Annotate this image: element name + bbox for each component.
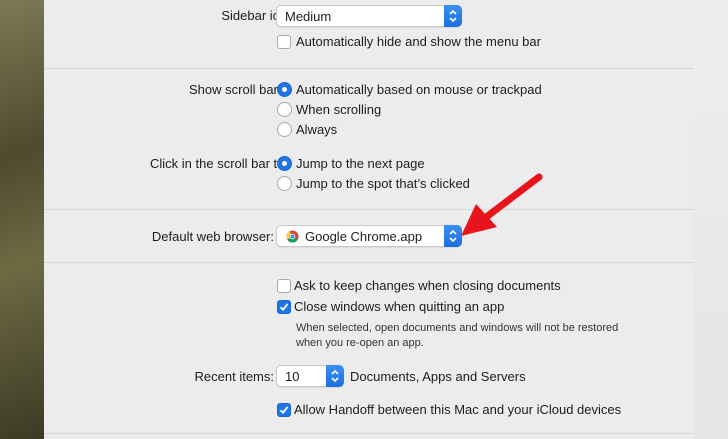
close-windows-hint-line2: when you re-open an app.: [296, 337, 424, 349]
radio-scroll-auto-label: Automatically based on mouse or trackpad: [296, 82, 542, 97]
radio-scroll-when-scrolling-label: When scrolling: [296, 102, 382, 117]
separator: [44, 209, 694, 210]
popup-stepper-icon: [326, 365, 344, 387]
close-windows-checkbox[interactable]: [277, 300, 291, 314]
handoff-checkbox[interactable]: [277, 403, 291, 417]
desktop-wallpaper-left: [0, 0, 44, 439]
close-windows-label: Close windows when quitting an app: [294, 299, 505, 314]
popup-stepper-icon: [444, 5, 462, 27]
general-preferences-window: Sidebar icon size: Medium Automatically …: [44, 0, 694, 439]
handoff-label: Allow Handoff between this Mac and your …: [294, 402, 622, 417]
default-browser-popup[interactable]: Google Chrome.app: [276, 225, 462, 247]
default-browser-value: Google Chrome.app: [305, 229, 423, 244]
recent-items-suffix: Documents, Apps and Servers: [350, 369, 526, 384]
default-browser-label: Default web browser:: [151, 229, 274, 244]
checkmark-icon: [279, 303, 289, 312]
scroll-click-label: Click in the scroll bar to:: [150, 156, 288, 171]
radio-scroll-when-scrolling[interactable]: [277, 102, 292, 117]
recent-items-popup[interactable]: 10: [276, 365, 344, 387]
menu-bar-checkbox-label: Automatically hide and show the menu bar: [296, 34, 541, 49]
sidebar-icon-size-value: Medium: [285, 9, 332, 24]
scroll-bars-label: Show scroll bars:: [189, 82, 288, 97]
radio-scroll-auto[interactable]: [277, 82, 292, 97]
radio-scroll-always[interactable]: [277, 122, 292, 137]
recent-items-label: Recent items:: [194, 369, 274, 384]
radio-jump-to-spot-label: Jump to the spot that’s clicked: [296, 176, 470, 191]
radio-jump-to-spot[interactable]: [277, 176, 292, 191]
recent-items-value: 10: [285, 369, 300, 384]
separator: [44, 262, 694, 263]
chrome-icon: [286, 230, 299, 246]
radio-jump-next-page[interactable]: [277, 156, 292, 171]
radio-scroll-always-label: Always: [296, 122, 338, 137]
ask-changes-label: Ask to keep changes when closing documen…: [294, 278, 561, 293]
sidebar-icon-size-popup[interactable]: Medium: [276, 5, 462, 27]
menu-bar-checkbox[interactable]: [277, 35, 291, 49]
annotation-arrow-icon: [461, 173, 543, 236]
separator: [44, 68, 694, 69]
ask-changes-checkbox[interactable]: [277, 279, 291, 293]
radio-jump-next-page-label: Jump to the next page: [296, 156, 425, 171]
separator: [44, 433, 694, 434]
close-windows-hint-line1: When selected, open documents and window…: [296, 322, 619, 334]
desktop-wallpaper-right: [694, 0, 728, 439]
checkmark-icon: [279, 406, 289, 415]
